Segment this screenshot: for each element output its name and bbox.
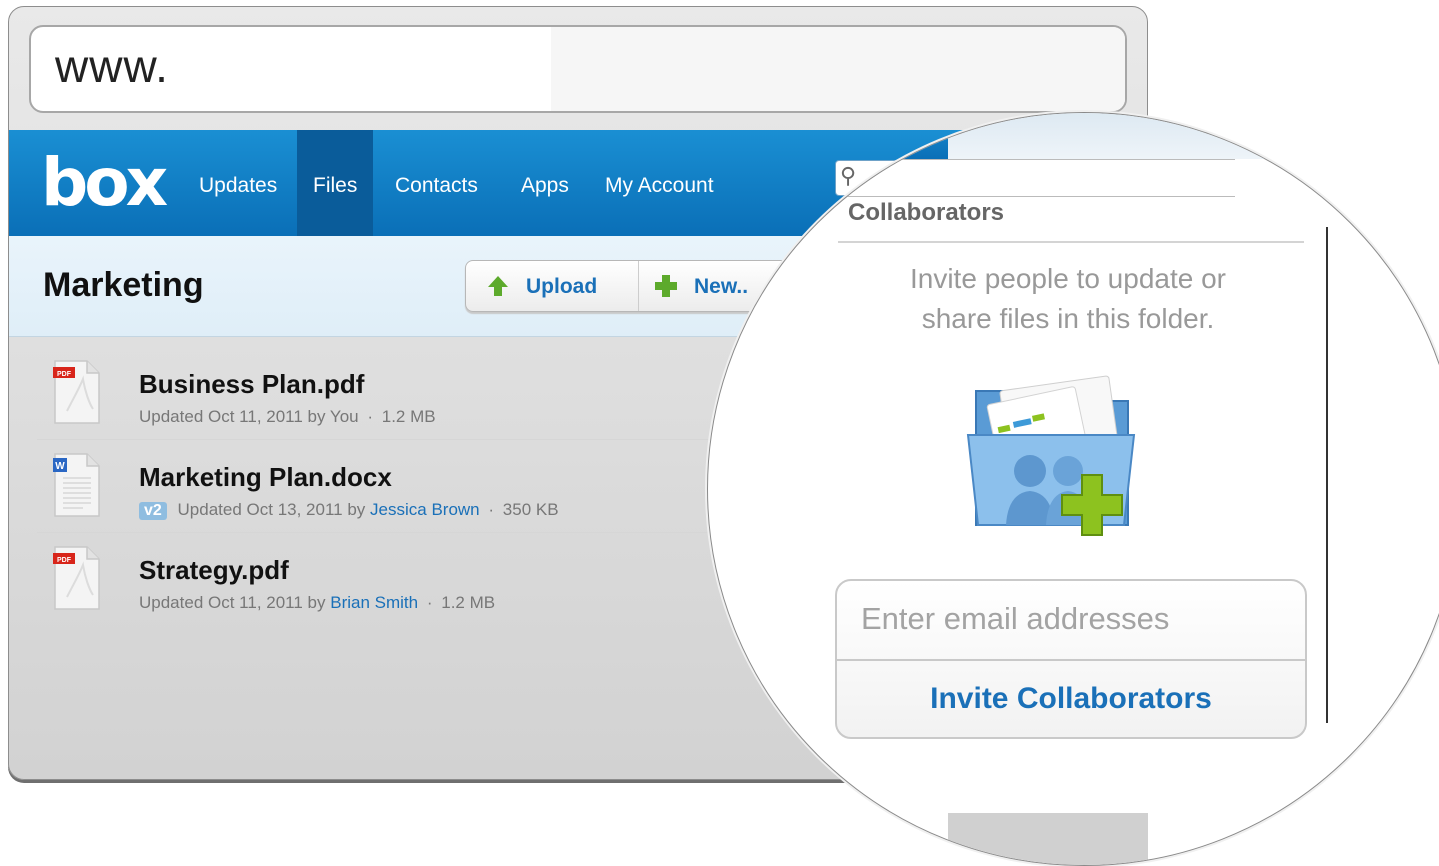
file-size: 350 KB — [502, 500, 559, 519]
meta-separator: · — [426, 593, 433, 612]
sidebar-edge — [1326, 227, 1328, 723]
upload-label: Upload — [526, 275, 598, 298]
file-row[interactable]: PDF Business Plan.pdf Updated Oct 11, 20… — [37, 347, 757, 440]
email-placeholder: Enter email addresses — [861, 601, 1170, 636]
nav-item-contacts[interactable]: Contacts — [379, 130, 494, 236]
file-list: PDF Business Plan.pdf Updated Oct 11, 20… — [37, 347, 757, 625]
upload-button[interactable]: Upload — [466, 261, 639, 311]
file-row[interactable]: PDF Strategy.pdf Updated Oct 11, 2011 by… — [37, 533, 757, 625]
meta-separator: · — [488, 500, 495, 519]
file-author-link[interactable]: Brian Smith — [330, 593, 418, 612]
lens-search-input[interactable]: ⚲ — [834, 159, 1235, 197]
meta-separator: · — [367, 407, 374, 426]
nav-item-apps[interactable]: Apps — [505, 130, 585, 236]
arrow-up-icon — [488, 276, 508, 296]
description-line-2: share files in this folder. — [921, 303, 1215, 334]
page-title: Marketing — [43, 266, 204, 304]
version-badge[interactable]: v2 — [139, 502, 167, 520]
file-updated: Updated Oct 13, 2011 by — [177, 500, 366, 519]
collaborators-divider — [838, 241, 1304, 243]
invite-form: Enter email addresses Invite Collaborato… — [835, 579, 1307, 739]
pdf-file-icon: PDF — [53, 546, 100, 610]
file-size: 1.2 MB — [441, 593, 496, 612]
address-text: www. — [55, 40, 169, 92]
address-bar[interactable]: www. — [29, 25, 1127, 113]
email-field[interactable]: Enter email addresses — [837, 581, 1305, 661]
file-meta: Updated Oct 11, 2011 by You · 1.2 MB — [139, 407, 436, 427]
collaborators-title: Collaborators — [848, 199, 1005, 226]
search-icon: ⚲ — [841, 162, 858, 187]
file-meta: v2 Updated Oct 13, 2011 by Jessica Brown… — [139, 500, 559, 520]
magnifier-lens: ⚲ Collaborators Invite people to update … — [707, 112, 1439, 866]
description-line-1: Invite people to update or — [909, 263, 1226, 294]
file-meta: Updated Oct 11, 2011 by Brian Smith · 1.… — [139, 593, 495, 613]
pdf-file-icon: PDF — [53, 360, 100, 424]
box-logo[interactable]: box — [41, 144, 168, 221]
lens-window-edge — [948, 813, 1148, 865]
word-label: W — [55, 461, 65, 472]
collaborators-description: Invite people to update or share files i… — [848, 259, 1288, 339]
lens-nav-dark — [708, 113, 948, 159]
pdf-label: PDF — [57, 557, 72, 564]
shared-folder-add-icon — [966, 375, 1136, 536]
file-updated: Updated Oct 11, 2011 by — [139, 407, 326, 426]
file-name[interactable]: Marketing Plan.docx — [139, 462, 392, 493]
file-updated: Updated Oct 11, 2011 by — [139, 593, 326, 612]
nav-item-files[interactable]: Files — [297, 130, 374, 236]
file-author-link[interactable]: Jessica Brown — [370, 500, 480, 519]
file-name[interactable]: Strategy.pdf — [139, 555, 289, 586]
plus-icon — [655, 275, 677, 297]
file-row[interactable]: W Marketing Plan.docx v2 Updated Oct 13,… — [37, 440, 757, 533]
action-button-group: Upload New.. — [465, 260, 797, 312]
invite-collaborators-button[interactable]: Invite Collaborators — [837, 661, 1305, 737]
file-name[interactable]: Business Plan.pdf — [139, 369, 364, 400]
file-author: You — [329, 407, 359, 426]
file-size: 1.2 MB — [381, 407, 436, 426]
pdf-label: PDF — [57, 371, 72, 378]
new-label: New.. — [694, 275, 749, 298]
nav-item-updates[interactable]: Updates — [183, 130, 293, 236]
address-fade — [551, 27, 1125, 111]
word-file-icon: W — [53, 453, 100, 517]
